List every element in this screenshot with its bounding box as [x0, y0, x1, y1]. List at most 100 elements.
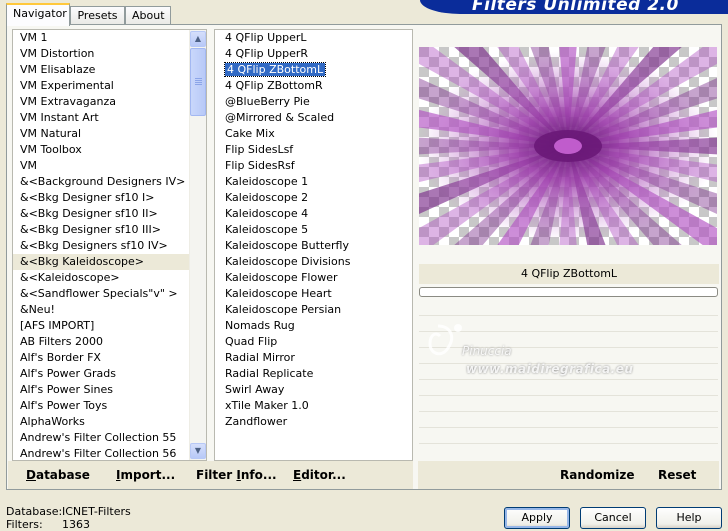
- category-item[interactable]: &<Bkg Designer sf10 III>: [13, 222, 206, 238]
- database-button[interactable]: Database: [26, 468, 90, 482]
- editor-button[interactable]: Editor...: [293, 468, 346, 482]
- filter-item[interactable]: Radial Mirror: [215, 350, 412, 366]
- filter-item[interactable]: Kaleidoscope 5: [215, 222, 412, 238]
- filter-item[interactable]: Kaleidoscope Divisions: [215, 254, 412, 270]
- category-item[interactable]: VM Elisablaze: [13, 62, 206, 78]
- filter-item[interactable]: Flip SidesLsf: [215, 142, 412, 158]
- parameter-row: [419, 316, 718, 332]
- category-item[interactable]: VM Experimental: [13, 78, 206, 94]
- filter-item[interactable]: Kaleidoscope Flower: [215, 270, 412, 286]
- filter-item-label: Radial Mirror: [225, 351, 295, 364]
- tab-presets[interactable]: Presets: [70, 6, 125, 25]
- category-item[interactable]: Alf's Power Toys: [13, 398, 206, 414]
- filter-item[interactable]: Kaleidoscope 1: [215, 174, 412, 190]
- filter-item-label: @BlueBerry Pie: [225, 95, 310, 108]
- filter-item[interactable]: Cake Mix: [215, 126, 412, 142]
- category-list[interactable]: VM 1 VM Distortion VM Elisablaze VM Experim…: [12, 29, 207, 461]
- tab-navigator[interactable]: Navigator: [6, 3, 70, 26]
- filter-item-label: Flip SidesLsf: [225, 143, 294, 156]
- filter-item-label: 4 QFlip UpperL: [225, 31, 307, 44]
- category-item[interactable]: VM Instant Art: [13, 110, 206, 126]
- category-item[interactable]: &<Bkg Designer sf10 I>: [13, 190, 206, 206]
- category-item[interactable]: VM: [13, 158, 206, 174]
- filter-info-button[interactable]: Filter Info...: [196, 468, 277, 482]
- category-item[interactable]: &<Background Designers IV>: [13, 174, 206, 190]
- filter-item[interactable]: 4 QFlip UpperR: [215, 46, 412, 62]
- filter-item-label: Radial Replicate: [225, 367, 314, 380]
- tab-about[interactable]: About: [125, 6, 171, 25]
- filter-item[interactable]: Nomads Rug: [215, 318, 412, 334]
- filter-item[interactable]: @Mirrored & Scaled: [215, 110, 412, 126]
- filter-list[interactable]: 4 QFlip UpperL 4 QFlip UpperR 4 QFlip ZBot…: [214, 29, 413, 461]
- category-item[interactable]: &<Sandflower Specials"v" >: [13, 286, 206, 302]
- filter-item[interactable]: Kaleidoscope Persian: [215, 302, 412, 318]
- category-item[interactable]: Alf's Border FX: [13, 350, 206, 366]
- scroll-thumb[interactable]: [190, 48, 206, 116]
- category-item[interactable]: VM 1: [13, 30, 206, 46]
- scroll-down-button[interactable]: ▼: [190, 443, 206, 459]
- category-item[interactable]: VM Toolbox: [13, 142, 206, 158]
- filter-item[interactable]: Kaleidoscope Heart: [215, 286, 412, 302]
- category-scrollbar[interactable]: ▲ ▼: [189, 30, 206, 460]
- category-item[interactable]: VM Extravaganza: [13, 94, 206, 110]
- category-item[interactable]: VM Natural: [13, 126, 206, 142]
- filter-item-label: Nomads Rug: [225, 319, 295, 332]
- category-item[interactable]: AlphaWorks: [13, 414, 206, 430]
- filter-item-label: Kaleidoscope 5: [225, 223, 309, 236]
- category-item[interactable]: &<Bkg Designer sf10 II>: [13, 206, 206, 222]
- scroll-up-button[interactable]: ▲: [190, 31, 206, 47]
- category-item[interactable]: AB Filters 2000: [13, 334, 206, 350]
- filter-item-label: Flip SidesRsf: [225, 159, 295, 172]
- filter-item-label: Quad Flip: [225, 335, 278, 348]
- filter-item-label: Kaleidoscope Heart: [225, 287, 332, 300]
- filter-item[interactable]: Kaleidoscope 4: [215, 206, 412, 222]
- parameter-row: [419, 332, 718, 348]
- filters-info: Filters: 1363: [6, 518, 90, 531]
- help-button[interactable]: Help: [656, 507, 722, 529]
- category-item[interactable]: Andrew's Filter Collection 55: [13, 430, 206, 446]
- category-item[interactable]: &<Kaleidoscope>: [13, 270, 206, 286]
- filter-item[interactable]: xTile Maker 1.0: [215, 398, 412, 414]
- left-toolbar: Database Import... Filter Info... Editor…: [8, 461, 413, 489]
- randomize-button[interactable]: Randomize: [560, 468, 634, 482]
- filter-item-label: Kaleidoscope 4: [225, 207, 309, 220]
- category-item[interactable]: Alf's Power Grads: [13, 366, 206, 382]
- filter-item[interactable]: Zandflower: [215, 414, 412, 430]
- reset-button[interactable]: Reset: [658, 468, 696, 482]
- parameter-row: [419, 300, 718, 316]
- category-item[interactable]: VM Distortion: [13, 46, 206, 62]
- filter-item[interactable]: @BlueBerry Pie: [215, 94, 412, 110]
- category-item[interactable]: [AFS IMPORT]: [13, 318, 206, 334]
- filter-item-label: 4 QFlip ZBottomR: [225, 79, 323, 92]
- filter-item-label: 4 QFlip ZBottomL: [223, 62, 327, 77]
- filters-label: Filters:: [6, 518, 43, 531]
- filter-item[interactable]: Radial Replicate: [215, 366, 412, 382]
- category-items: VM 1 VM Distortion VM Elisablaze VM Experim…: [13, 30, 206, 460]
- filter-item[interactable]: Swirl Away: [215, 382, 412, 398]
- parameter-row: [419, 428, 718, 444]
- filter-item-label: Kaleidoscope 2: [225, 191, 309, 204]
- parameter-row: [419, 396, 718, 412]
- app-title: Filters Unlimited 2.0: [472, 0, 679, 14]
- filter-items: 4 QFlip UpperL 4 QFlip UpperR 4 QFlip ZBot…: [215, 30, 412, 430]
- apply-button[interactable]: Apply: [504, 507, 570, 529]
- category-item[interactable]: &<Bkg Designers sf10 IV>: [13, 238, 206, 254]
- category-item[interactable]: &Neu!: [13, 302, 206, 318]
- cancel-button[interactable]: Cancel: [580, 507, 646, 529]
- filter-item[interactable]: Kaleidoscope 2: [215, 190, 412, 206]
- category-item[interactable]: Alf's Power Sines: [13, 382, 206, 398]
- filter-item[interactable]: 4 QFlip ZBottomL: [215, 62, 412, 78]
- filter-item[interactable]: Flip SidesRsf: [215, 158, 412, 174]
- filter-item[interactable]: Kaleidoscope Butterfly: [215, 238, 412, 254]
- parameter-row: [419, 364, 718, 380]
- category-item[interactable]: Andrew's Filter Collection 56: [13, 446, 206, 460]
- import-button[interactable]: Import...: [116, 468, 175, 482]
- category-item[interactable]: &<Bkg Kaleidoscope>: [13, 254, 206, 270]
- filter-item-label: Kaleidoscope 1: [225, 175, 309, 188]
- filter-item[interactable]: 4 QFlip ZBottomR: [215, 78, 412, 94]
- filter-item[interactable]: Quad Flip: [215, 334, 412, 350]
- filter-item-label: Swirl Away: [225, 383, 285, 396]
- right-toolbar: Randomize Reset: [418, 461, 719, 489]
- filter-preview: [419, 47, 717, 245]
- filter-item[interactable]: 4 QFlip UpperL: [215, 30, 412, 46]
